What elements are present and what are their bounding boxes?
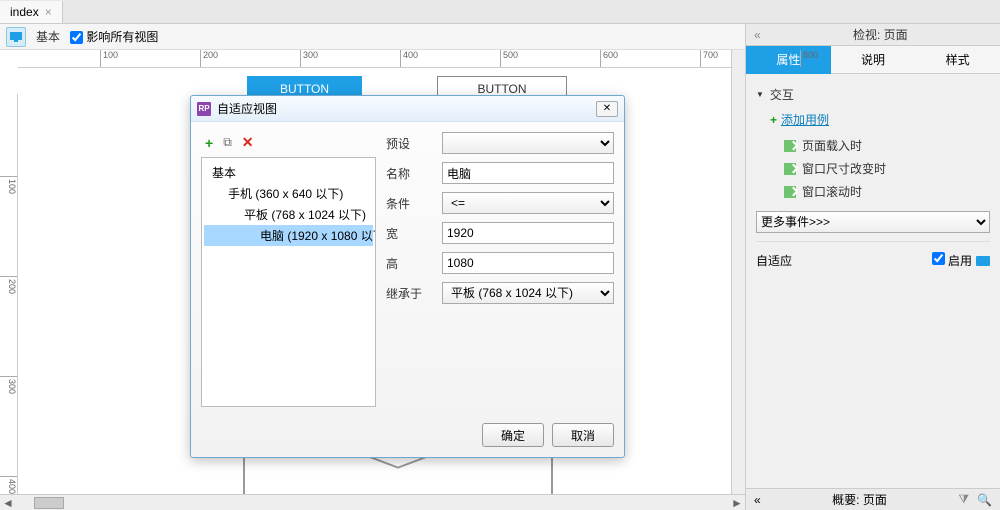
tree-node-tablet[interactable]: 平板 (768 x 1024 以下) bbox=[204, 204, 373, 225]
height-label: 高 bbox=[386, 255, 434, 272]
width-input[interactable] bbox=[442, 222, 614, 244]
outline-header: « 概要: 页面 ⧩ 🔍 bbox=[746, 488, 1000, 510]
ok-button[interactable]: 确定 bbox=[482, 423, 544, 447]
scroll-thumb[interactable] bbox=[34, 497, 64, 509]
section-interaction[interactable]: ▼ 交互 bbox=[756, 82, 990, 107]
outline-title: 概要: 页面 bbox=[769, 491, 951, 508]
scroll-right-icon[interactable]: ► bbox=[729, 496, 745, 510]
ruler-horizontal: 100 200 300 400 500 600 700 800 bbox=[18, 50, 745, 68]
tree-node-phone[interactable]: 手机 (360 x 640 以下) bbox=[204, 183, 373, 204]
tab-description[interactable]: 说明 bbox=[831, 46, 916, 74]
preset-label: 预设 bbox=[386, 135, 434, 152]
tab-label: index bbox=[10, 5, 39, 19]
more-events-select[interactable]: 更多事件>>> bbox=[756, 211, 990, 233]
view-label: 基本 bbox=[36, 28, 60, 45]
app-icon: RP bbox=[197, 102, 211, 116]
height-input[interactable] bbox=[442, 252, 614, 274]
tab-style[interactable]: 样式 bbox=[915, 46, 1000, 74]
views-tree: 基本 手机 (360 x 640 以下) 平板 (768 x 1024 以下) … bbox=[201, 157, 376, 407]
ruler-vertical: 100 200 300 400 bbox=[0, 94, 18, 494]
condition-select[interactable]: <= bbox=[442, 192, 614, 214]
preset-select[interactable] bbox=[442, 132, 614, 154]
adaptive-label: 自适应 bbox=[756, 252, 792, 269]
event-window-resize[interactable]: 窗口尺寸改变时 bbox=[756, 157, 990, 180]
triangle-down-icon: ▼ bbox=[756, 90, 764, 99]
tree-node-desktop[interactable]: 电脑 (1920 x 1080 以下) bbox=[204, 225, 373, 246]
page-tab[interactable]: index × bbox=[0, 1, 63, 23]
filter-icon[interactable]: ⧩ bbox=[958, 492, 969, 507]
tree-node-base[interactable]: 基本 bbox=[204, 162, 373, 183]
condition-label: 条件 bbox=[386, 195, 434, 212]
collapse-icon[interactable]: « bbox=[754, 28, 761, 42]
inspector-title: 检视: 页面 bbox=[769, 26, 992, 43]
inspector-tabs: 属性 说明 样式 bbox=[746, 46, 1000, 74]
event-page-load[interactable]: 页面载入时 bbox=[756, 134, 990, 157]
monitor-icon[interactable] bbox=[976, 256, 990, 266]
cancel-button[interactable]: 取消 bbox=[552, 423, 614, 447]
collapse-icon[interactable]: « bbox=[754, 493, 761, 507]
adaptive-view-icon[interactable] bbox=[6, 27, 26, 47]
tab-bar: index × bbox=[0, 0, 1000, 24]
horizontal-scrollbar[interactable]: ◄ ► bbox=[0, 494, 745, 510]
dialog-titlebar[interactable]: RP 自适应视图 ✕ bbox=[191, 96, 624, 122]
inherit-select[interactable]: 平板 (768 x 1024 以下) bbox=[442, 282, 614, 304]
inspector-header: « 检视: 页面 bbox=[746, 24, 1000, 46]
view-toolbar: 基本 影响所有视图 bbox=[0, 24, 745, 50]
scroll-left-icon[interactable]: ◄ bbox=[0, 496, 16, 510]
event-window-scroll[interactable]: 窗口滚动时 bbox=[756, 180, 990, 203]
add-case-link[interactable]: + 添加用例 bbox=[756, 107, 990, 134]
width-label: 宽 bbox=[386, 225, 434, 242]
affect-all-checkbox[interactable]: 影响所有视图 bbox=[70, 28, 158, 45]
tree-toolbar: + ⧉ ✕ bbox=[201, 132, 376, 157]
search-icon[interactable]: 🔍 bbox=[977, 493, 992, 507]
add-view-button[interactable]: + bbox=[205, 135, 213, 151]
more-events[interactable]: 更多事件>>> bbox=[756, 211, 990, 233]
enable-adaptive-checkbox[interactable]: 启用 bbox=[932, 252, 972, 269]
dialog-close-button[interactable]: ✕ bbox=[596, 101, 618, 117]
name-input[interactable] bbox=[442, 162, 614, 184]
dialog-title: 自适应视图 bbox=[217, 100, 590, 117]
vertical-scrollbar[interactable] bbox=[731, 50, 745, 494]
event-icon bbox=[784, 163, 796, 175]
adaptive-views-dialog: RP 自适应视图 ✕ + ⧉ ✕ 基本 手机 (360 x 640 以下) 平板… bbox=[190, 95, 625, 458]
event-icon bbox=[784, 186, 796, 198]
event-icon bbox=[784, 140, 796, 152]
inherit-label: 继承于 bbox=[386, 285, 434, 302]
inspector-panel: « 检视: 页面 属性 说明 样式 ▼ 交互 + 添加用例 页面载入时 窗口尺寸… bbox=[745, 24, 1000, 510]
plus-icon: + bbox=[770, 113, 777, 127]
delete-view-button[interactable]: ✕ bbox=[242, 134, 254, 151]
close-icon[interactable]: × bbox=[45, 5, 52, 19]
duplicate-view-button[interactable]: ⧉ bbox=[223, 135, 232, 150]
name-label: 名称 bbox=[386, 165, 434, 182]
